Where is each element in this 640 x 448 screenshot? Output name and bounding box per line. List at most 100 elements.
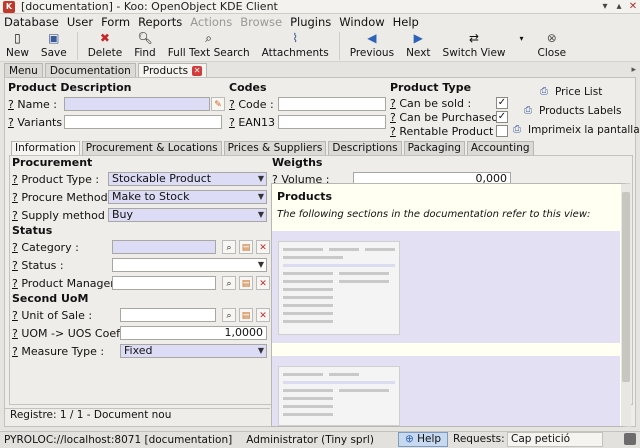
supply-method-select[interactable]: Buy ▼ (108, 208, 267, 222)
menu-plugins[interactable]: Plugins (290, 15, 331, 29)
name-label: ? Name : (8, 98, 57, 111)
requests-value[interactable]: Cap petició (507, 432, 603, 447)
products-labels-label: Products Labels (539, 105, 622, 117)
new-label: New (6, 47, 29, 59)
clear-icon[interactable]: ✕ (256, 308, 270, 322)
tab-prices-suppliers[interactable]: Prices & Suppliers (223, 141, 327, 155)
uom-uos-label: ? UOM -> UOS Coeff : (12, 327, 131, 340)
menu-database[interactable]: Database (4, 15, 59, 29)
menu-browse[interactable]: Browse (240, 15, 282, 29)
switch-view-dropdown[interactable]: ▾ (512, 30, 532, 46)
search-icon[interactable]: ⌕ (222, 308, 236, 322)
doc-section-thumbnail[interactable] (272, 231, 620, 343)
maximize-icon[interactable]: ▴ (612, 1, 626, 13)
documentation-popup: Products The following sections in the d… (271, 183, 631, 427)
delete-button[interactable]: ✖ Delete (82, 30, 129, 59)
clear-icon[interactable]: ✕ (256, 240, 270, 254)
products-labels-action[interactable]: ⎙ Products Labels (524, 105, 621, 117)
search-icon[interactable]: ⌕ (222, 276, 236, 290)
can-be-purchased-checkbox[interactable]: ✓ (496, 111, 508, 123)
previous-button[interactable]: ◀ Previous (344, 30, 400, 59)
product-type-select[interactable]: Stockable Product ▼ (108, 172, 267, 186)
menu-user[interactable]: User (67, 15, 93, 29)
category-field[interactable] (112, 240, 216, 254)
tab-documentation-label: Documentation (49, 64, 131, 77)
popup-scrollbar[interactable] (621, 184, 631, 426)
find-button[interactable]: 🔍︎ Find (128, 30, 162, 59)
connection-status: PYROLOC://localhost:8071 [documentation] (4, 434, 233, 446)
uom-uos-field[interactable]: 1,0000 (120, 326, 267, 340)
tab-documentation[interactable]: Documentation (44, 63, 136, 77)
tab-procurement-locations[interactable]: Procurement & Locations (81, 141, 222, 155)
status-select[interactable]: ▼ (112, 258, 267, 272)
tab-information[interactable]: Information (11, 141, 80, 155)
next-label: Next (406, 47, 431, 59)
next-button[interactable]: ▶ Next (400, 30, 436, 59)
tab-products[interactable]: Products ✕ (137, 63, 208, 77)
doc-section-thumbnail[interactable] (272, 356, 620, 426)
clear-icon[interactable]: ✕ (256, 276, 270, 290)
window-close-icon[interactable]: ✕ (626, 1, 640, 13)
full-text-search-button[interactable]: ⌕ Full Text Search (162, 30, 256, 60)
procure-method-value: Make to Stock (112, 190, 190, 203)
can-be-sold-label: ? Can be sold : (390, 97, 472, 110)
attachments-button[interactable]: ⌇ Attachments (256, 30, 335, 59)
switch-view-icon: ⇄ (468, 31, 480, 45)
scrollbar-thumb[interactable] (622, 192, 630, 382)
ean13-label: ? EAN13 : (229, 116, 283, 129)
section-procurement: Procurement (12, 156, 93, 169)
unit-of-sale-label: ? Unit of Sale : (12, 309, 93, 322)
next-arrow-icon: ▶ (413, 31, 423, 45)
tab-menu[interactable]: Menu (4, 63, 43, 77)
menu-form[interactable]: Form (101, 15, 130, 29)
category-label: ? Category : (12, 241, 79, 254)
rentable-checkbox[interactable] (496, 125, 508, 137)
price-list-action[interactable]: ⎙ Price List (540, 86, 602, 98)
tab-descriptions[interactable]: Descriptions (328, 141, 402, 155)
tab-menu-label: Menu (9, 64, 38, 77)
close-tab-icon[interactable]: ✕ (192, 65, 203, 76)
chevron-down-icon: ▾ (519, 33, 524, 43)
delete-icon: ✖ (99, 31, 110, 45)
tab-accounting[interactable]: Accounting (466, 141, 534, 155)
chevron-down-icon: ▼ (257, 210, 264, 219)
section-product-description: Product Description (8, 81, 132, 94)
measure-type-select[interactable]: Fixed ▼ (120, 344, 267, 358)
switch-view-label: Switch View (442, 47, 506, 59)
tab-packaging[interactable]: Packaging (403, 141, 465, 155)
open-record-icon[interactable]: ▤ (239, 308, 253, 322)
menu-help[interactable]: Help (393, 15, 419, 29)
variants-field[interactable] (64, 115, 222, 129)
new-document-icon: ▯ (14, 31, 21, 45)
procure-method-select[interactable]: Make to Stock ▼ (108, 190, 267, 204)
record-status: Registre: 1 / 1 - Document nou (4, 408, 270, 422)
menu-reports[interactable]: Reports (138, 15, 182, 29)
translate-icon[interactable]: ✎ (211, 97, 225, 111)
close-button[interactable]: ⊗ Close (532, 30, 573, 59)
open-record-icon[interactable]: ▤ (239, 276, 253, 290)
print-screen-action[interactable]: ⎙ Imprimeix la pantalla (513, 124, 640, 136)
full-text-search-label: Full Text Search (167, 47, 250, 59)
menu-window[interactable]: Window (339, 15, 384, 29)
menu-actions[interactable]: Actions (190, 15, 232, 29)
open-record-icon[interactable]: ▤ (239, 240, 253, 254)
code-field[interactable] (278, 97, 386, 111)
help-button[interactable]: ⊕ Help (398, 432, 448, 447)
can-be-sold-checkbox[interactable]: ✓ (496, 97, 508, 109)
measure-type-value: Fixed (124, 344, 153, 357)
product-manager-field[interactable] (112, 276, 216, 290)
name-field[interactable] (64, 97, 210, 111)
chevron-down-icon: ▼ (257, 346, 264, 355)
inner-tabs: Information Procurement & Locations Pric… (11, 141, 536, 155)
save-button[interactable]: ▣ Save (35, 30, 73, 59)
unit-of-sale-field[interactable] (120, 308, 216, 322)
switch-view-button[interactable]: ⇄ Switch View (437, 30, 512, 59)
delete-label: Delete (87, 47, 123, 59)
search-icon[interactable]: ⌕ (222, 240, 236, 254)
product-type-value: Stockable Product (112, 172, 212, 185)
minimize-icon[interactable]: ▾ (598, 1, 612, 13)
tab-scroll-arrow-icon[interactable]: ▸ (631, 65, 636, 75)
new-button[interactable]: ▯ New (0, 30, 35, 59)
ean13-field[interactable] (278, 115, 386, 129)
help-label: Help (417, 433, 442, 445)
